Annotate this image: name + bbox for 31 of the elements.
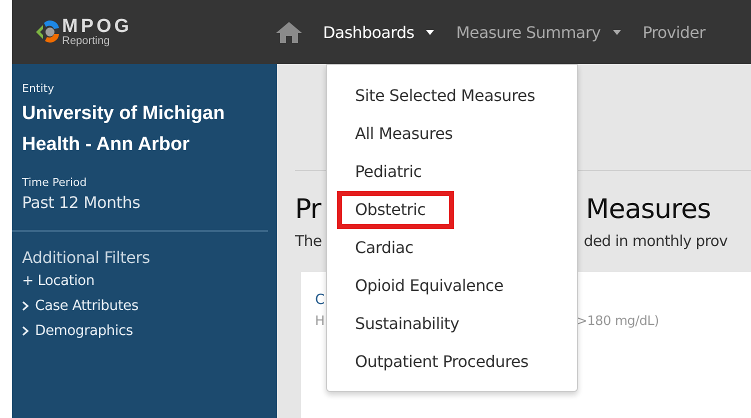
menu-item[interactable]: Opioid Equivalence	[337, 267, 522, 305]
menu-item[interactable]: Obstetric	[337, 191, 454, 229]
nav-menu-item[interactable]: Dashboards	[323, 22, 434, 42]
filter-link[interactable]: + Location	[22, 273, 94, 289]
card-subtitle: H	[315, 314, 324, 329]
home-icon[interactable]	[275, 20, 303, 44]
menu-item[interactable]: Cardiac	[337, 229, 432, 267]
logo-title: MPOG	[62, 17, 132, 36]
filters-heading: Additional Filters	[22, 248, 151, 267]
entity-name: University of Michigan Health - Ann Arbor	[22, 102, 226, 157]
nav-menu-item[interactable]: Measure Summary	[456, 22, 621, 42]
menu-item[interactable]: Pediatric	[337, 153, 440, 191]
chevron-icon	[22, 326, 29, 336]
filter-link[interactable]: Case Attributes	[35, 298, 138, 314]
period-label: Time Period	[22, 176, 88, 189]
entity-label: Entity	[22, 82, 56, 95]
page-description: ded in monthly prov	[584, 232, 728, 250]
period-value: Past 12 Months	[22, 193, 142, 212]
logo-subtitle: Reporting	[62, 36, 111, 47]
page-description: The	[295, 232, 322, 250]
card-title: C	[315, 292, 326, 308]
page-heading: Measures	[586, 194, 711, 225]
menu-item[interactable]: Sustainability	[337, 305, 478, 343]
menu-item[interactable]: Site Selected Measures	[337, 77, 553, 115]
menu-item[interactable]: All Measures	[337, 115, 471, 153]
filter-link[interactable]: Demographics	[35, 323, 133, 339]
chevron-icon	[22, 301, 29, 311]
card-subtitle: >180 mg/dL)	[576, 314, 659, 329]
menu-item[interactable]: Outpatient Procedures	[337, 343, 546, 381]
nav-menu-item[interactable]: Provider	[642, 22, 706, 42]
page-heading: Pr	[295, 194, 321, 225]
